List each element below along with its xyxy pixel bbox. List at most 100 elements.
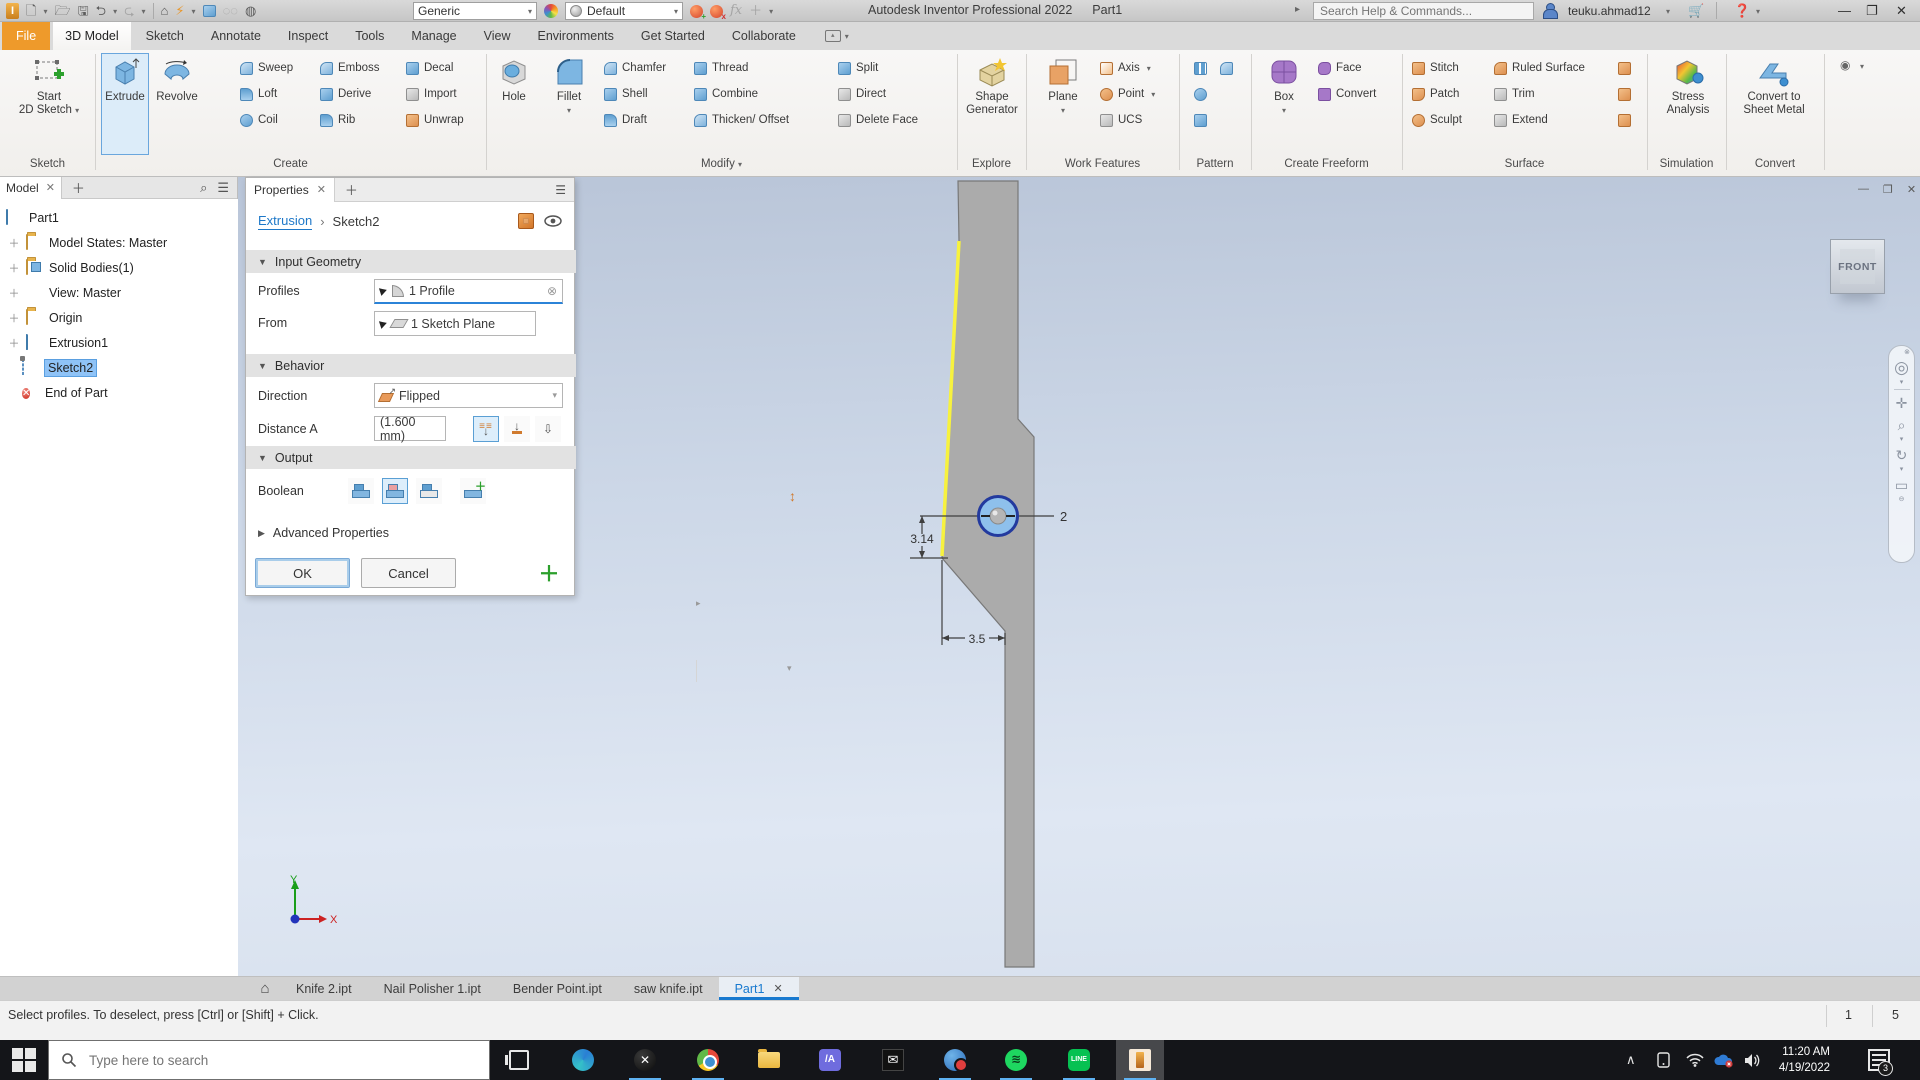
ribbon-button-import[interactable]: Import [406, 84, 457, 104]
pan-icon[interactable]: ✛ [1896, 392, 1908, 414]
extent-to-button[interactable]: ⇩ [535, 416, 561, 442]
app-store-cart-icon[interactable]: 🛒 [1688, 2, 1704, 20]
ribbon-appearance-icon[interactable]: ◉ [1840, 58, 1850, 72]
doc-tab-part1[interactable]: Part1 ✕ [719, 977, 799, 1000]
section-output[interactable]: ▼Output [246, 446, 576, 469]
new-file-button[interactable]: 🗋 [26, 2, 36, 20]
taskbar-search-input[interactable] [89, 1053, 419, 1068]
tree-item-model-states[interactable]: ＋ Model States: Master [0, 230, 238, 255]
ribbon-button-coil[interactable]: Coil [240, 110, 278, 130]
browser-close-icon[interactable]: ✕ [46, 181, 55, 194]
ribbon-display-toggle[interactable]: ▴ ▾ [825, 22, 849, 50]
boolean-intersect-button[interactable] [416, 478, 442, 504]
ribbon-button-rectangular-pattern[interactable] [1194, 58, 1207, 78]
undo-button[interactable]: ⮌ [96, 2, 106, 20]
ribbon-button-hole[interactable]: Hole [492, 54, 536, 154]
tree-item-part1[interactable]: Part1 [0, 205, 238, 230]
ribbon-button-extend[interactable]: Extend [1494, 110, 1548, 130]
tab-tools[interactable]: Tools [343, 22, 396, 50]
distance-flyout-arrow[interactable]: ▸ [696, 598, 701, 609]
ribbon-button-mirror[interactable] [1220, 58, 1233, 78]
doc-tab-bender-point[interactable]: Bender Point.ipt [497, 977, 618, 1000]
taskbar-explorer[interactable] [745, 1040, 793, 1080]
tray-chevron[interactable]: ∧ [1626, 1040, 1636, 1080]
user-menu-dropdown[interactable]: ▾ [1666, 7, 1670, 16]
navbar-close-icon[interactable]: ⊗ [1904, 349, 1910, 357]
ribbon-button-trim[interactable]: Trim [1494, 84, 1535, 104]
tree-item-origin[interactable]: ＋ Origin [0, 305, 238, 330]
ribbon-button-stress-analysis[interactable]: StressAnalysis [1656, 54, 1720, 154]
select-icon[interactable]: ◌◌ [223, 2, 238, 20]
from-extent-icon[interactable]: ↕ [789, 488, 796, 504]
extent-through-all-button[interactable]: ↓▬ [504, 416, 530, 442]
ribbon-button-start-2d-sketch[interactable]: Start2D Sketch ▾ [18, 54, 80, 154]
doc-restore-icon[interactable]: ❐ [1883, 183, 1893, 196]
ribbon-button-derive[interactable]: Derive [320, 84, 371, 104]
ribbon-button-sculpt[interactable]: Sculpt [1412, 110, 1462, 130]
tab-file[interactable]: File [2, 22, 50, 50]
tab-inspect[interactable]: Inspect [276, 22, 340, 50]
browser-search-icon[interactable]: ⌕ [200, 180, 207, 196]
ok-button[interactable]: OK [255, 558, 350, 588]
help-dropdown[interactable]: ▾ [1756, 7, 1760, 16]
taskbar-obs[interactable] [931, 1040, 979, 1080]
ribbon-button-patch[interactable]: Patch [1412, 84, 1459, 104]
ribbon-button-chamfer[interactable]: Chamfer [604, 58, 666, 78]
ribbon-button-thread[interactable]: Thread [694, 58, 748, 78]
ribbon-button-shell[interactable]: Shell [604, 84, 648, 104]
tab-sketch[interactable]: Sketch [134, 22, 196, 50]
properties-tab[interactable]: Properties ✕ [246, 178, 335, 202]
ribbon-button-axis[interactable]: Axis▾ [1100, 58, 1151, 78]
browser-tab-model[interactable]: Model ✕ [0, 177, 62, 199]
expand-icon[interactable]: ＋ [8, 260, 20, 276]
clear-selection-icon[interactable]: ⊗ [547, 284, 557, 298]
ribbon-button-stitch[interactable]: Stitch [1412, 58, 1459, 78]
properties-add-tab-button[interactable]: ＋ [335, 180, 368, 199]
qat-customize-dropdown[interactable]: ▾ [769, 7, 773, 16]
free-orbit-icon[interactable]: ↻ [1896, 444, 1908, 466]
ribbon-button-draft[interactable]: Draft [604, 110, 647, 130]
undo-dropdown[interactable]: ▾ [113, 7, 117, 16]
tree-item-extrusion1[interactable]: ＋ Extrusion1 [0, 330, 238, 355]
render-icon[interactable]: ◍ [245, 2, 256, 20]
ribbon-button-convert-sheet-metal[interactable]: Convert toSheet Metal [1734, 54, 1814, 154]
section-input-geometry[interactable]: ▼Input Geometry [246, 250, 576, 273]
ribbon-button-thicken-offset[interactable]: Thicken/ Offset [694, 110, 789, 130]
taskbar-xbox[interactable]: ✕ [621, 1040, 669, 1080]
ribbon-button-sweep[interactable]: Sweep [240, 58, 293, 78]
view-cube[interactable]: FRONT [1830, 239, 1885, 294]
orbit-icon[interactable]: ◎ [1894, 357, 1909, 379]
tray-device-icon[interactable] [1656, 1040, 1671, 1080]
help-search-input[interactable] [1313, 2, 1534, 20]
ribbon-button-circular-pattern[interactable] [1194, 84, 1207, 104]
redo-dropdown[interactable]: ▾ [142, 7, 146, 16]
expand-icon[interactable]: ＋ [8, 285, 20, 301]
tab-manage[interactable]: Manage [399, 22, 468, 50]
taskbar-search[interactable] [48, 1040, 490, 1080]
look-at-icon[interactable]: ▭ [1895, 474, 1908, 496]
solid-preview-icon[interactable] [518, 213, 534, 229]
clear-appearance-icon[interactable]: x [710, 5, 723, 18]
close-button[interactable]: ✕ [1896, 3, 1907, 19]
boolean-new-solid-button[interactable]: ＋ [460, 478, 486, 504]
measure-icon[interactable] [203, 5, 216, 17]
ribbon-button-ucs[interactable]: UCS [1100, 110, 1142, 130]
tab-collaborate[interactable]: Collaborate [720, 22, 808, 50]
ribbon-button-direct[interactable]: Direct [838, 84, 886, 104]
ribbon-button-emboss[interactable]: Emboss [320, 58, 380, 78]
minimize-button[interactable]: — [1838, 3, 1851, 18]
ribbon-button-decal[interactable]: Decal [406, 58, 453, 78]
zoom-icon[interactable]: ⌕ [1898, 414, 1906, 436]
section-behavior[interactable]: ▼Behavior [246, 354, 576, 377]
ribbon-button-fillet[interactable]: Fillet▾ [546, 54, 592, 154]
visibility-eye-icon[interactable] [544, 215, 562, 227]
expand-icon[interactable]: ＋ [8, 335, 20, 351]
profiles-input[interactable]: 1 Profile ⊗ [374, 279, 563, 304]
boolean-cut-button[interactable] [382, 478, 408, 504]
doc-tab-knife2[interactable]: Knife 2.ipt [280, 977, 368, 1000]
ribbon-button-rib[interactable]: Rib [320, 110, 355, 130]
preset-add-button[interactable]: ＋ [534, 558, 564, 588]
ribbon-button-replace-face[interactable] [1618, 58, 1631, 78]
taskbar-edge[interactable] [559, 1040, 607, 1080]
help-icon[interactable]: ❓ [1734, 2, 1750, 20]
